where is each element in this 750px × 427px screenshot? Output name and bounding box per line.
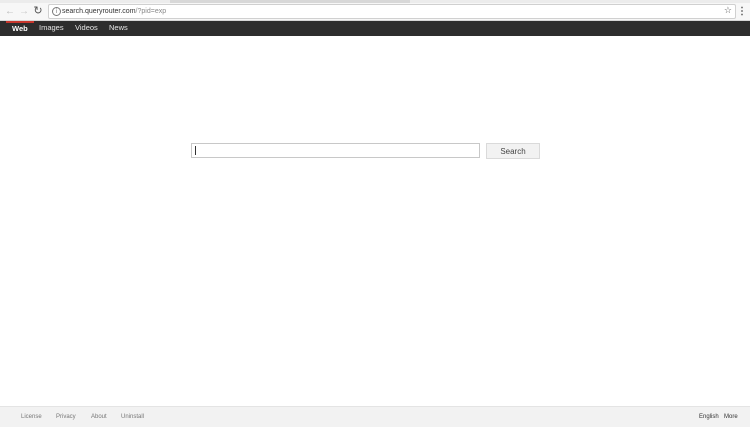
url-path: /?pid=exp: [135, 8, 167, 15]
footer: License Privacy About Uninstall English …: [0, 406, 750, 427]
back-arrow-icon[interactable]: ←: [4, 3, 16, 20]
reload-icon[interactable]: ↻: [32, 3, 44, 20]
footer-link-about[interactable]: About: [91, 407, 107, 427]
nav-tab-web[interactable]: Web: [6, 21, 34, 36]
text-caret: [195, 146, 196, 155]
url-text[interactable]: search.queryrouter.com/?pid=exp: [62, 5, 166, 18]
search-input[interactable]: [191, 143, 480, 158]
footer-link-privacy[interactable]: Privacy: [56, 407, 76, 427]
address-bar[interactable]: i search.queryrouter.com/?pid=exp ☆: [48, 4, 736, 19]
info-icon[interactable]: i: [52, 7, 61, 16]
footer-more-link[interactable]: More: [724, 407, 738, 427]
footer-link-license[interactable]: License: [21, 407, 42, 427]
url-host: search.queryrouter.com: [62, 8, 136, 15]
footer-link-uninstall[interactable]: Uninstall: [121, 407, 144, 427]
nav-tab-videos[interactable]: Videos: [75, 21, 98, 36]
language-selector[interactable]: English: [699, 407, 719, 427]
browser-toolbar: ← → ↻ i search.queryrouter.com/?pid=exp …: [0, 3, 750, 21]
search-nav-bar: Web Images Videos News: [0, 21, 750, 36]
menu-icon[interactable]: ⋮: [737, 3, 747, 20]
nav-tab-news[interactable]: News: [109, 21, 128, 36]
nav-tab-images[interactable]: Images: [39, 21, 64, 36]
search-button[interactable]: Search: [486, 143, 540, 159]
star-icon[interactable]: ☆: [724, 5, 732, 18]
forward-arrow-icon[interactable]: →: [18, 3, 30, 20]
